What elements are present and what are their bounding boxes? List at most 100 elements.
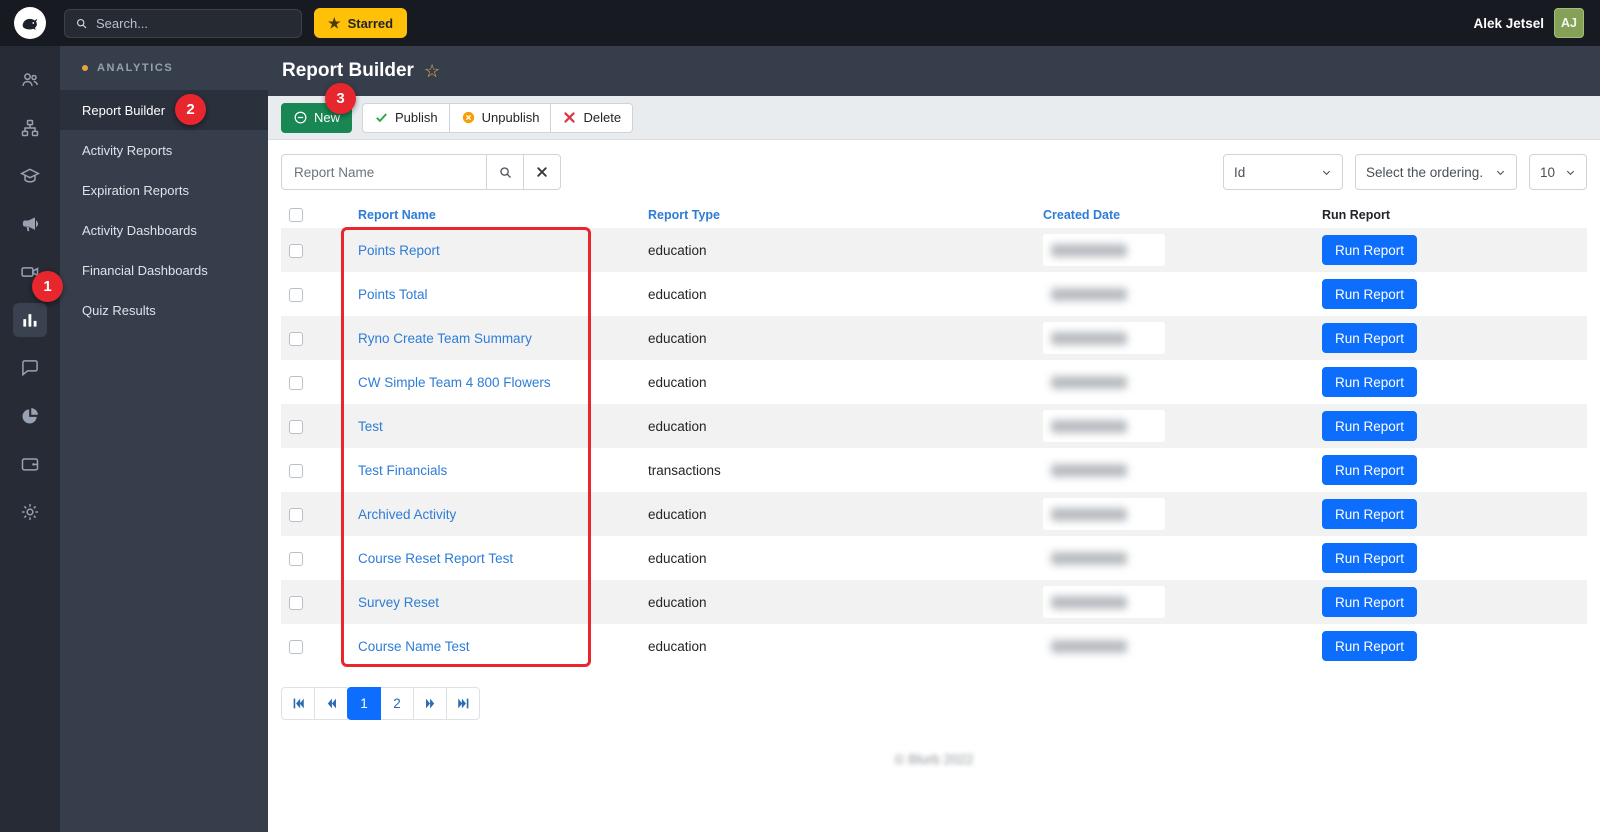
report-name-link[interactable]: Ryno Create Team Summary (358, 331, 532, 346)
report-table-wrap: Report Name Report Type Created Date Run… (281, 202, 1587, 668)
top-bar: ★ Starred Alek Jetsel AJ (0, 0, 1600, 46)
row-checkbox[interactable] (289, 551, 303, 566)
row-checkbox[interactable] (289, 419, 303, 434)
chevron-down-icon (1566, 170, 1575, 175)
row-checkbox[interactable] (289, 463, 303, 478)
table-row: Points Report education Run Report (281, 228, 1587, 272)
report-table: Report Name Report Type Created Date Run… (281, 202, 1587, 668)
row-checkbox[interactable] (289, 507, 303, 522)
megaphone-icon (22, 217, 39, 232)
avatar[interactable]: AJ (1554, 8, 1584, 38)
pagination-next-button[interactable] (413, 687, 447, 720)
callout-badge-3: 3 (325, 83, 356, 114)
circle-x-icon (462, 111, 474, 124)
ordering-value: Select the ordering. (1366, 164, 1484, 180)
rail-item-announcements[interactable] (0, 200, 60, 248)
unpublish-button[interactable]: Unpublish (448, 102, 552, 133)
run-report-button[interactable]: Run Report (1322, 367, 1418, 397)
content: Id Select the ordering. 10 (268, 140, 1600, 832)
report-name-link[interactable]: Survey Reset (358, 595, 439, 610)
rail-item-messages[interactable] (0, 344, 60, 392)
run-report-button[interactable]: Run Report (1322, 543, 1418, 573)
sidebar-item-quiz-results[interactable]: Quiz Results (60, 290, 268, 330)
sidebar-section-analytics: ANALYTICS (60, 46, 268, 90)
run-report-button[interactable]: Run Report (1322, 455, 1418, 485)
row-checkbox[interactable] (289, 243, 303, 258)
pagination-first-button[interactable] (281, 687, 315, 720)
global-search[interactable] (64, 8, 302, 38)
row-checkbox[interactable] (289, 639, 303, 654)
rail-item-reports[interactable] (0, 392, 60, 440)
filter-row: Id Select the ordering. 10 (281, 154, 1587, 190)
pagination-prev-button[interactable] (314, 687, 348, 720)
search-input[interactable] (96, 15, 291, 31)
run-report-button[interactable]: Run Report (1322, 587, 1418, 617)
favorite-star-icon[interactable]: ☆ (424, 61, 440, 82)
select-all-checkbox[interactable] (289, 208, 303, 223)
report-name-link[interactable]: Test (358, 419, 383, 434)
callout-badge-1: 1 (32, 271, 63, 302)
chevron-down-icon (1496, 170, 1505, 175)
run-report-button[interactable]: Run Report (1322, 279, 1418, 309)
run-report-button[interactable]: Run Report (1322, 411, 1418, 441)
filter-search-button[interactable] (486, 154, 524, 190)
created-date-redacted (1043, 366, 1165, 398)
pagination-page-1[interactable]: 1 (347, 687, 381, 720)
pagination-last-button[interactable] (446, 687, 480, 720)
pie-chart-icon (22, 408, 38, 424)
rail-item-modules[interactable] (0, 104, 60, 152)
rail-item-users[interactable] (0, 56, 60, 104)
users-icon (22, 73, 38, 86)
search-icon (76, 18, 87, 28)
rail-item-settings[interactable] (0, 488, 60, 536)
column-header-created-date[interactable]: Created Date (1035, 202, 1314, 228)
report-name-filter-input[interactable] (281, 154, 487, 190)
report-name-link[interactable]: Points Total (358, 287, 428, 302)
sidebar-item-report-builder[interactable]: Report Builder (60, 90, 268, 130)
pagination-page-2[interactable]: 2 (380, 687, 414, 720)
pagination: 12 (281, 687, 1587, 720)
report-name-link[interactable]: Points Report (358, 243, 440, 258)
id-filter-select[interactable]: Id (1223, 154, 1343, 190)
report-name-link[interactable]: Test Financials (358, 463, 447, 478)
sidebar-item-activity-reports[interactable]: Activity Reports (60, 130, 268, 170)
report-type-cell: education (648, 374, 707, 390)
rail-item-wallet[interactable] (0, 440, 60, 488)
run-report-button[interactable]: Run Report (1322, 499, 1418, 529)
filter-clear-button[interactable] (523, 154, 561, 190)
publish-button[interactable]: Publish (362, 102, 450, 133)
run-report-button[interactable]: Run Report (1322, 323, 1418, 353)
column-header-report-name[interactable]: Report Name (341, 202, 640, 228)
report-type-cell: education (648, 638, 707, 654)
row-checkbox[interactable] (289, 375, 303, 390)
starred-button[interactable]: ★ Starred (314, 8, 408, 38)
column-header-report-type[interactable]: Report Type (640, 202, 1035, 228)
publish-button-label: Publish (395, 110, 438, 125)
sidebar-item-expiration-reports[interactable]: Expiration Reports (60, 170, 268, 210)
table-row: Course Reset Report Test education Run R… (281, 536, 1587, 580)
report-table-body: Points Report education Run Report Point… (281, 228, 1587, 668)
run-report-button[interactable]: Run Report (1322, 235, 1418, 265)
page-size-select[interactable]: 10 (1529, 154, 1587, 190)
row-checkbox[interactable] (289, 287, 303, 302)
report-name-link[interactable]: CW Simple Team 4 800 Flowers (358, 375, 551, 390)
delete-button[interactable]: Delete (550, 102, 634, 133)
row-checkbox[interactable] (289, 595, 303, 610)
report-name-link[interactable]: Archived Activity (358, 507, 456, 522)
run-report-button[interactable]: Run Report (1322, 631, 1418, 661)
app-logo[interactable] (14, 7, 46, 39)
row-checkbox[interactable] (289, 331, 303, 346)
ordering-select[interactable]: Select the ordering. (1355, 154, 1517, 190)
redaction-blur (1051, 375, 1127, 389)
table-row: CW Simple Team 4 800 Flowers education R… (281, 360, 1587, 404)
rail-item-courses[interactable] (0, 152, 60, 200)
icon-rail (0, 46, 60, 832)
table-row: Archived Activity education Run Report (281, 492, 1587, 536)
rail-item-analytics[interactable] (0, 296, 60, 344)
report-name-link[interactable]: Course Reset Report Test (358, 551, 513, 566)
sidebar-item-activity-dashboards[interactable]: Activity Dashboards (60, 210, 268, 250)
page-size-value: 10 (1540, 164, 1556, 180)
report-type-cell: education (648, 418, 707, 434)
sidebar-item-financial-dashboards[interactable]: Financial Dashboards (60, 250, 268, 290)
report-name-link[interactable]: Course Name Test (358, 639, 470, 654)
